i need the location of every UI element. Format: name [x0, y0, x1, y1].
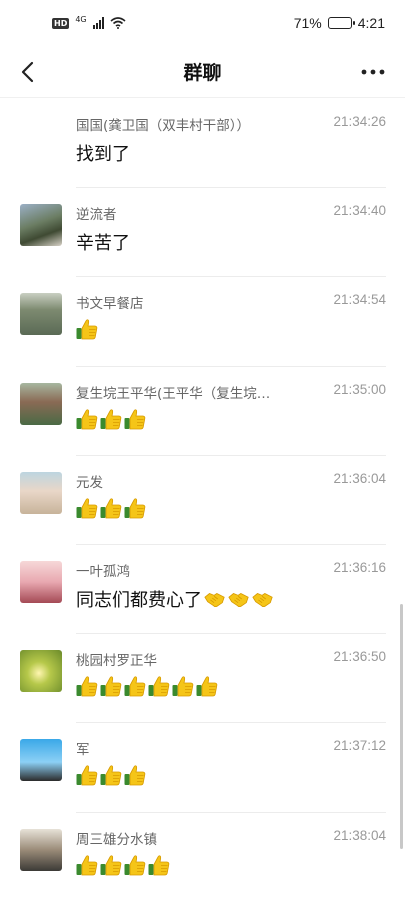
- status-left: HD 4G: [52, 14, 126, 29]
- sender-name[interactable]: 元发: [76, 471, 103, 491]
- message-time: 21:34:40: [333, 203, 386, 219]
- thumbs-up-icon: [100, 675, 122, 697]
- thumbs-up-icon: [124, 675, 146, 697]
- chat-message[interactable]: 书文早餐店 21:34:54: [0, 277, 405, 367]
- avatar[interactable]: [20, 828, 62, 871]
- avatar[interactable]: [20, 293, 62, 336]
- status-bar: HD 4G 71% 4:21: [0, 0, 405, 46]
- avatar[interactable]: [20, 739, 62, 782]
- chevron-left-icon: [21, 61, 34, 83]
- thumbs-up-icon: [100, 854, 122, 876]
- nav-bar: 群聊: [0, 46, 405, 98]
- sender-name[interactable]: 国国(龚卫国（双丰村干部））: [76, 114, 250, 134]
- chat-message[interactable]: 桃园村罗正华 21:36:50: [0, 634, 405, 724]
- thumbs-up-icon: [76, 675, 98, 697]
- chat-message[interactable]: 军 21:37:12: [0, 723, 405, 813]
- status-right: 71% 4:21: [294, 15, 385, 31]
- sender-name[interactable]: 一叶孤鸿: [76, 560, 130, 580]
- chat-list[interactable]: 国国(龚卫国（双丰村干部）） 21:34:26 找到了逆流者 21:34:40 辛苦了书…: [0, 99, 405, 900]
- avatar[interactable]: [20, 204, 62, 247]
- message-content[interactable]: [76, 764, 146, 786]
- message-content[interactable]: [76, 318, 98, 340]
- handshake-icon: [228, 588, 250, 610]
- message-content[interactable]: 辛苦了: [76, 229, 130, 255]
- message-text: 找到了: [76, 144, 130, 165]
- sender-name[interactable]: 周三雄分水镇: [76, 828, 157, 848]
- more-button[interactable]: [359, 60, 387, 84]
- message-time: 21:38:04: [333, 827, 386, 843]
- signal-icon: [92, 17, 104, 29]
- thumbs-up-icon: [76, 318, 98, 340]
- clock: 4:21: [357, 15, 385, 31]
- thumbs-up-icon: [196, 675, 218, 697]
- thumbs-up-icon: [124, 408, 146, 430]
- message-time: 21:37:12: [333, 738, 386, 754]
- thumbs-up-icon: [124, 497, 146, 519]
- message-time: 21:36:16: [333, 560, 386, 575]
- thumbs-up-icon: [172, 675, 194, 697]
- message-content[interactable]: [76, 854, 170, 876]
- thumbs-up-icon: [148, 675, 170, 697]
- wifi-icon: [110, 17, 126, 29]
- thumbs-up-icon: [148, 854, 170, 876]
- message-content[interactable]: [76, 675, 218, 697]
- page-title: 群聊: [183, 62, 222, 84]
- message-text: 同志们都费心了: [76, 590, 202, 611]
- battery-percent: 71%: [293, 15, 322, 31]
- more-dots-icon: [361, 69, 385, 75]
- sender-name[interactable]: 军: [76, 738, 90, 758]
- thumbs-up-icon: [124, 764, 146, 786]
- message-content[interactable]: 同志们都费心了: [76, 586, 274, 612]
- thumbs-up-icon: [100, 764, 122, 786]
- chat-message[interactable]: 一叶孤鸿 21:36:16 同志们都费心了: [0, 545, 405, 635]
- avatar[interactable]: [20, 650, 62, 693]
- network-label: 4G: [75, 14, 87, 24]
- message-content[interactable]: [76, 497, 146, 519]
- chat-message[interactable]: 元发 21:36:04: [0, 456, 405, 545]
- message-time: 21:36:04: [333, 470, 386, 486]
- thumbs-up-icon: [76, 408, 98, 430]
- chat-message[interactable]: 国国(龚卫国（双丰村干部）） 21:34:26 找到了: [0, 99, 405, 189]
- message-content[interactable]: 找到了: [76, 140, 130, 166]
- sender-name[interactable]: 逆流者: [76, 203, 117, 223]
- battery-icon: [327, 17, 355, 29]
- sender-name[interactable]: 桃园村罗正华: [76, 649, 157, 669]
- chat-message[interactable]: 复生垸王平华(王平华（复生垸… 21:35:00: [0, 367, 405, 456]
- chat-message[interactable]: 周三雄分水镇 21:38:04: [0, 813, 405, 900]
- thumbs-up-icon: [100, 408, 122, 430]
- handshake-icon: [252, 588, 274, 610]
- sender-name[interactable]: 书文早餐店: [76, 292, 144, 312]
- scrollbar[interactable]: [400, 604, 403, 849]
- thumbs-up-icon: [76, 497, 98, 519]
- message-time: 21:36:50: [333, 649, 386, 665]
- hd-badge: HD: [52, 17, 70, 29]
- thumbs-up-icon: [124, 854, 146, 876]
- avatar[interactable]: [20, 561, 62, 603]
- sender-name[interactable]: 复生垸王平华(王平华（复生垸…: [76, 382, 270, 402]
- message-text: 辛苦了: [76, 233, 130, 255]
- avatar[interactable]: [20, 382, 62, 425]
- chat-message[interactable]: 逆流者 21:34:40 辛苦了: [0, 188, 405, 278]
- thumbs-up-icon: [76, 764, 98, 786]
- thumbs-up-icon: [100, 497, 122, 519]
- back-button[interactable]: [14, 59, 40, 85]
- message-time: 21:35:00: [333, 381, 386, 397]
- message-content[interactable]: [76, 408, 146, 430]
- handshake-icon: [204, 588, 226, 610]
- message-time: 21:34:26: [333, 114, 386, 129]
- avatar[interactable]: [20, 471, 62, 514]
- message-time: 21:34:54: [333, 292, 386, 308]
- thumbs-up-icon: [76, 854, 98, 876]
